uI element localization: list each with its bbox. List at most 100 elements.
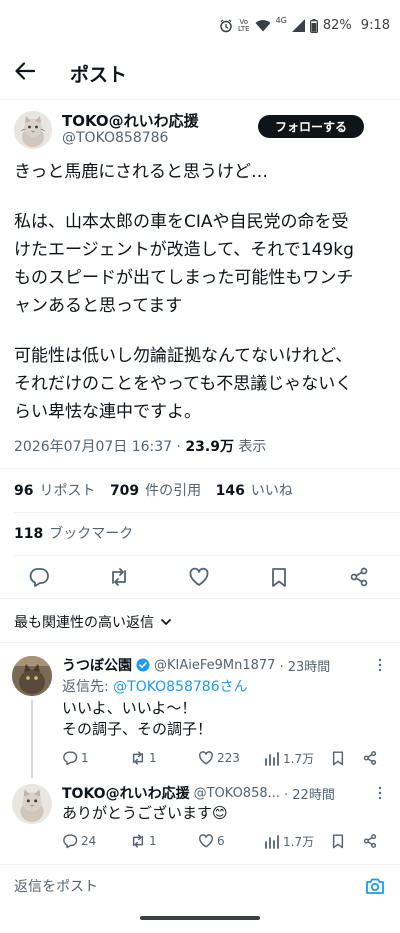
bookmarks-stat[interactable]: 118 ブックマーク — [14, 523, 133, 543]
repost-icon — [132, 834, 144, 848]
tweet-paragraph: 私は、山本太郎の車をCIAや自民党の命を受 けたエージェントが改造して、それで1… — [14, 212, 354, 316]
reply-like-button[interactable]: 223 — [198, 750, 240, 766]
volte-indicator: Vo LTE — [237, 17, 250, 33]
separator: · — [176, 439, 181, 455]
author-handle[interactable]: @TOKO858786 — [62, 130, 168, 146]
reply-text: いいよ、いいよ〜！ その調子、その調子！ — [62, 699, 213, 738]
reply-button[interactable] — [28, 566, 52, 590]
reply-input[interactable]: 返信をポスト — [14, 876, 98, 896]
quotes-stat[interactable]: 709 件の引用 — [110, 483, 201, 499]
reply-comment-button[interactable]: 24 — [62, 833, 96, 849]
cat-avatar-icon — [12, 784, 52, 824]
analytics-icon — [265, 751, 279, 766]
avatar[interactable] — [12, 656, 52, 696]
reply-author-handle[interactable]: @KIAieFe9Mn1877 — [154, 658, 275, 673]
repost-icon — [112, 568, 126, 586]
back-button[interactable] — [14, 60, 42, 86]
view-count: 23.9万 — [185, 439, 234, 455]
network-type: 4G — [275, 16, 287, 25]
share-button[interactable] — [348, 566, 372, 590]
reply-text: ありがとうございます😊 — [62, 804, 228, 822]
reply-author-handle[interactable]: @TOKO858... — [194, 786, 280, 801]
repost-icon — [132, 751, 144, 765]
tweet-meta: 2026年07月07日 16:37 · 23.9万 表示 — [14, 436, 266, 456]
view-label: 表示 — [238, 439, 267, 455]
reply-header: うつぼ公園 @KIAieFe9Mn1877 · 23時間 — [62, 655, 330, 675]
camera-icon — [366, 878, 384, 894]
reply-views-button[interactable]: 1.7万 — [264, 833, 314, 850]
comment-icon — [63, 751, 78, 766]
reply-compose-bar: 返信をポスト — [0, 868, 400, 906]
divider — [0, 598, 400, 599]
more-options-icon[interactable] — [374, 658, 386, 672]
verified-badge-icon — [136, 658, 150, 672]
bookmark-button[interactable] — [268, 566, 292, 590]
heart-icon — [199, 751, 213, 765]
reply-repost-button[interactable]: 1 — [130, 750, 157, 766]
cat-avatar-icon — [12, 656, 52, 696]
reply-header: TOKO@れいわ応援 @TOKO858... · 22時間 — [62, 783, 335, 803]
page-title: ポスト — [70, 64, 128, 86]
reposts-stat[interactable]: 96 リポスト — [14, 483, 95, 499]
divider — [0, 642, 400, 643]
signal-icon — [291, 19, 305, 32]
reply-repost-button[interactable]: 1 — [130, 833, 157, 849]
reply-comment-button[interactable]: 1 — [62, 750, 89, 766]
heart-icon — [199, 834, 213, 848]
arrow-left-icon — [15, 62, 36, 80]
tweet-paragraph: きっと馬鹿にされると思うけど… — [14, 162, 268, 182]
engagement-stats: 96 リポスト 709 件の引用 146 いいね — [14, 480, 293, 500]
avatar[interactable] — [14, 111, 52, 149]
reply-sort-dropdown[interactable]: 最も関連性の高い返信 — [14, 612, 172, 632]
tweet-text: きっと馬鹿にされると思うけど… 私は、山本太郎の車をCIAや自民党の命を受 けた… — [14, 158, 392, 426]
reply-author-name[interactable]: TOKO@れいわ応援 — [62, 783, 190, 803]
comment-icon — [29, 568, 49, 587]
reply-time: · 22時間 — [284, 787, 335, 803]
share-icon[interactable] — [362, 750, 378, 766]
cat-avatar-icon — [14, 111, 52, 149]
tweet-paragraph — [14, 320, 392, 342]
top-app-bar: ポスト — [0, 50, 400, 96]
reply-to-line: 返信先: @TOKO858786さん — [62, 676, 248, 696]
reply-to-prefix: 返信先: — [62, 679, 114, 695]
tweet-date[interactable]: 2026年07月07日 16:37 — [14, 439, 172, 455]
divider — [14, 555, 400, 556]
reply-author-name[interactable]: うつぼ公園 — [62, 655, 132, 675]
share-icon[interactable] — [362, 833, 378, 849]
thread-connector — [31, 700, 33, 778]
avatar[interactable] — [12, 784, 52, 824]
wifi-icon — [255, 20, 271, 32]
gesture-nav-bar[interactable] — [140, 916, 260, 920]
bookmark-icon[interactable] — [330, 750, 346, 766]
likes-stat[interactable]: 146 いいね — [216, 483, 293, 499]
tweet-paragraph: 可能性は低いし勿論証拠なんてないけれど、 それだけのことをやっても不思議じゃない… — [14, 346, 353, 422]
camera-button[interactable] — [364, 875, 386, 897]
divider — [0, 99, 400, 100]
alarm-icon — [220, 18, 232, 32]
battery-icon — [309, 18, 318, 33]
more-options-icon[interactable] — [374, 786, 386, 800]
sort-label: 最も関連性の高い返信 — [14, 615, 154, 631]
bookmark-icon — [272, 568, 286, 587]
chevron-down-icon — [161, 619, 171, 625]
bookmark-icon[interactable] — [330, 833, 346, 849]
reply-views-button[interactable]: 1.7万 — [264, 750, 314, 767]
repost-button[interactable] — [108, 566, 132, 590]
author-name[interactable]: TOKO@れいわ応援 — [62, 110, 199, 131]
analytics-icon — [265, 834, 279, 849]
like-button[interactable] — [188, 566, 212, 590]
divider — [0, 468, 400, 469]
reply-to-link[interactable]: @TOKO858786さん — [113, 679, 247, 695]
reply-time: · 23時間 — [279, 659, 331, 675]
tweet-paragraph — [14, 186, 392, 208]
reply-like-button[interactable]: 6 — [198, 833, 225, 849]
tweet-actions — [0, 560, 400, 594]
heart-icon — [189, 567, 209, 586]
status-bar: Vo LTE 4G 82% 9:18 — [0, 0, 400, 50]
share-icon — [350, 567, 368, 587]
follow-button[interactable]: フォローする — [258, 115, 364, 138]
divider — [0, 864, 400, 865]
divider — [14, 512, 400, 513]
clock: 9:18 — [360, 18, 390, 33]
battery-level: 82% — [322, 18, 352, 33]
